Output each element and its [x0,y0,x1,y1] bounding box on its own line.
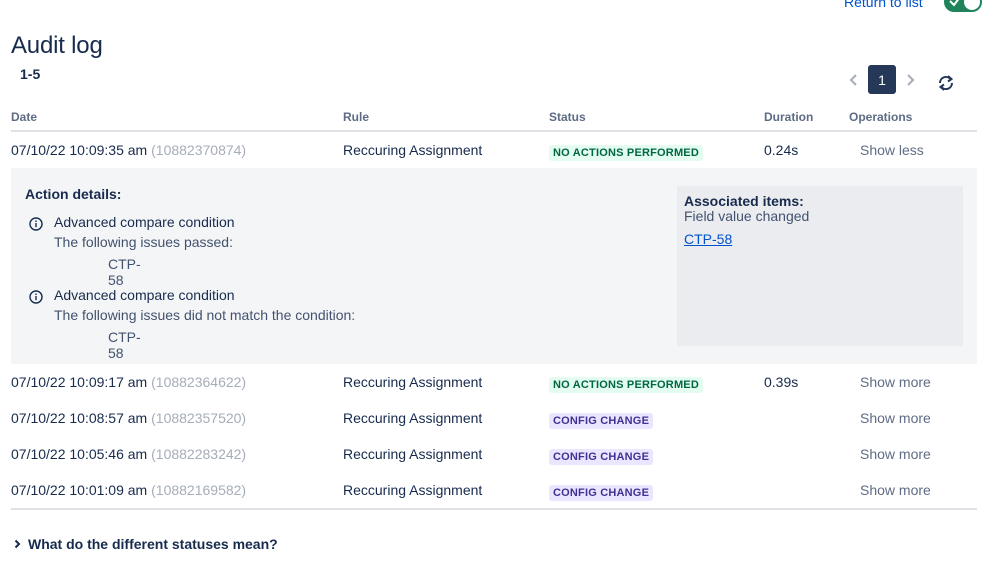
page-title: Audit log [11,32,103,59]
show-less-button[interactable]: Show less [860,142,924,158]
column-header-duration[interactable]: Duration [764,110,813,124]
pagination: 1 [842,65,922,94]
associated-issue-link[interactable]: CTP-58 [684,231,732,247]
table-row[interactable]: 07/10/22 10:08:57 am (10882357520) Reccu… [11,400,977,436]
column-header-operations: Operations [849,110,913,124]
row-date: 07/10/22 10:05:46 am (10882283242) [11,446,247,462]
refresh-icon[interactable] [936,73,956,93]
column-header-date[interactable]: Date [11,110,37,124]
table-row[interactable]: 07/10/22 10:05:46 am (10882283242) Reccu… [11,436,977,472]
table-row[interactable]: 07/10/22 10:09:17 am (10882364622) Reccu… [11,364,977,400]
row-date: 07/10/22 10:09:17 am (10882364622) [11,374,247,390]
show-more-button[interactable]: Show more [860,446,931,462]
condition-subtitle: The following issues did not match the c… [54,307,356,323]
chevron-right-icon [14,539,21,549]
status-badge: NO ACTIONS PERFORMED [549,374,703,393]
info-icon [29,290,43,304]
row-rule: Reccuring Assignment [343,482,483,498]
toggle-knob [964,0,980,10]
column-header-status[interactable]: Status [549,110,586,124]
prev-page-button[interactable] [842,65,866,94]
condition-title: Advanced compare condition [54,214,235,230]
row-rule: Reccuring Assignment [343,446,483,462]
next-page-button[interactable] [898,65,922,94]
row-date: 07/10/22 10:09:35 am (10882370874) [11,142,247,158]
associated-items-subtitle: Field value changed [684,208,810,224]
chevron-right-icon [907,73,915,86]
status-badge: CONFIG CHANGE [549,446,654,465]
row-duration: 0.24s [764,142,799,158]
action-details-heading: Action details: [25,186,122,202]
statuses-faq-expander[interactable]: What do the different statuses mean? [13,536,278,552]
row-date: 07/10/22 10:01:09 am (10882169582) [11,482,247,498]
row-id: (10882283242) [151,446,247,462]
row-duration: 0.39s [764,374,799,390]
row-id: (10882364622) [151,374,247,390]
table-header: Date Rule Status Duration Operations [11,108,977,132]
chevron-left-icon [849,73,857,86]
condition-issue: CTP-58 [108,329,141,361]
status-badge: CONFIG CHANGE [549,482,654,501]
show-more-button[interactable]: Show more [860,374,931,390]
row-id: (10882169582) [151,482,247,498]
row-rule: Reccuring Assignment [343,374,483,390]
row-date: 07/10/22 10:08:57 am (10882357520) [11,410,247,426]
info-icon [29,217,43,231]
associated-items-title: Associated items: [684,193,804,209]
action-details-panel: Action details: Advanced compare conditi… [11,168,977,364]
associated-items-panel: Associated items: Field value changed CT… [677,186,963,346]
result-range: 1-5 [20,66,41,82]
statuses-faq-label: What do the different statuses mean? [28,536,278,552]
condition-subtitle: The following issues passed: [54,234,233,250]
page-button-current[interactable]: 1 [868,65,896,94]
row-id: (10882370874) [151,142,247,158]
return-to-list-link[interactable]: Return to list [844,0,923,10]
show-more-button[interactable]: Show more [860,482,931,498]
condition-issue: CTP-58 [108,256,141,288]
table-row[interactable]: 07/10/22 10:09:35 am (10882370874) Reccu… [11,132,977,168]
row-id: (10882357520) [151,410,247,426]
table-divider [11,508,977,510]
status-badge: CONFIG CHANGE [549,410,654,429]
show-more-button[interactable]: Show more [860,410,931,426]
status-badge: NO ACTIONS PERFORMED [549,142,703,161]
toggle-switch[interactable] [944,0,982,12]
row-rule: Reccuring Assignment [343,410,483,426]
column-header-rule[interactable]: Rule [343,110,369,124]
row-rule: Reccuring Assignment [343,142,483,158]
check-icon [949,0,959,7]
condition-title: Advanced compare condition [54,287,235,303]
table-row[interactable]: 07/10/22 10:01:09 am (10882169582) Reccu… [11,472,977,508]
